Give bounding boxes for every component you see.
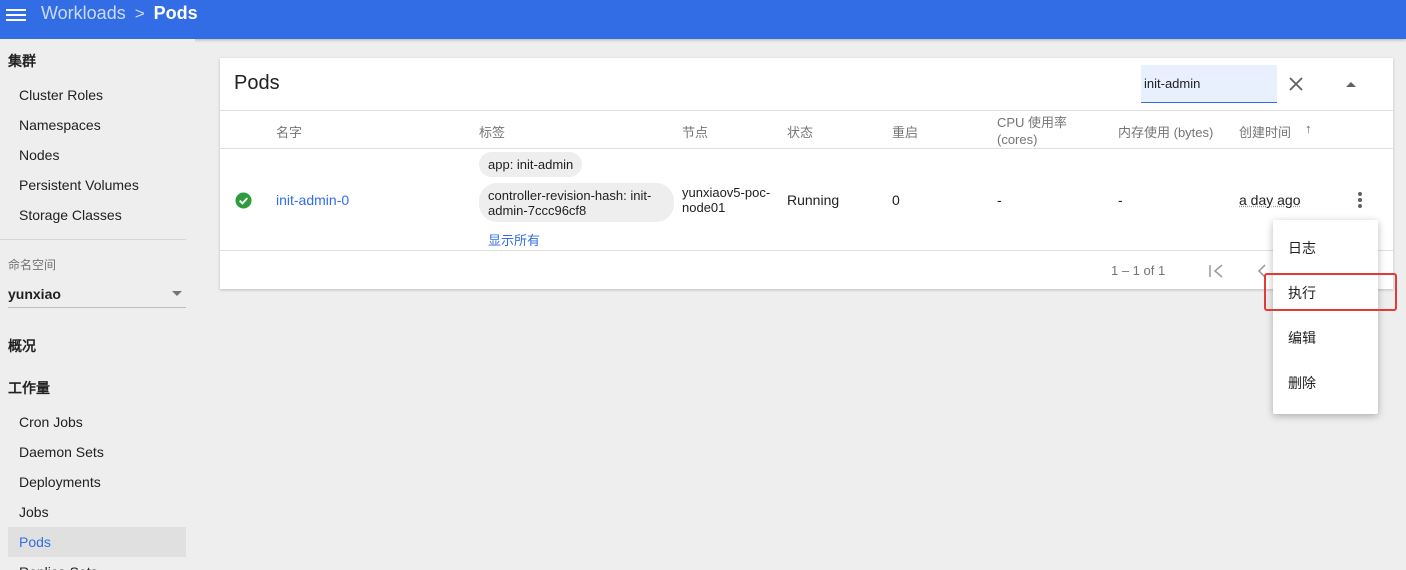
sidebar-item-deployments[interactable]: Deployments: [8, 467, 186, 497]
dropdown-arrow-icon: [172, 291, 182, 296]
top-app-bar: Workloads > Pods: [0, 0, 1406, 39]
menu-item-edit[interactable]: 编辑: [1273, 318, 1378, 358]
pagination-range: 1 – 1 of 1: [1111, 263, 1165, 278]
breadcrumb-workloads[interactable]: Workloads: [41, 3, 126, 24]
card-title: Pods: [234, 72, 280, 95]
label-chip: app: init-admin: [479, 152, 582, 177]
pod-status: Running: [787, 192, 839, 208]
more-vert-icon[interactable]: [1357, 192, 1363, 210]
breadcrumb-pods: Pods: [154, 3, 198, 24]
column-header-cpu: CPU 使用率 (cores): [997, 114, 1087, 148]
sort-arrow-icon[interactable]: ↑: [1305, 121, 1312, 136]
menu-icon[interactable]: [6, 6, 26, 22]
pod-name-link[interactable]: init-admin-0: [276, 192, 349, 208]
breadcrumb-separator: >: [135, 4, 145, 24]
pod-restarts: 0: [892, 192, 900, 208]
column-header-created[interactable]: 创建时间: [1239, 122, 1291, 141]
pod-node: yunxiaov5-poc-node01: [682, 185, 782, 215]
column-header-restarts[interactable]: 重启: [892, 122, 918, 141]
sidebar-item-persistent-volumes[interactable]: Persistent Volumes: [8, 170, 186, 200]
column-header-node[interactable]: 节点: [682, 122, 708, 141]
pod-cpu: -: [997, 192, 1002, 208]
label-chip: controller-revision-hash: init-admin-7cc…: [479, 183, 674, 222]
chevron-up-icon[interactable]: [1343, 79, 1359, 89]
sidebar-item-jobs[interactable]: Jobs: [8, 497, 186, 527]
row-divider: [220, 250, 1393, 251]
search-field[interactable]: [1141, 65, 1277, 103]
column-header-status[interactable]: 状态: [787, 122, 813, 141]
sidebar-item-storage-classes[interactable]: Storage Classes: [8, 200, 186, 230]
sidebar-item-cluster-roles[interactable]: Cluster Roles: [8, 80, 186, 110]
breadcrumb: Workloads > Pods: [41, 3, 198, 24]
sidebar-item-namespaces[interactable]: Namespaces: [8, 110, 186, 140]
pod-memory: -: [1118, 192, 1123, 208]
column-header-name[interactable]: 名字: [276, 122, 302, 141]
first-page-icon[interactable]: [1208, 263, 1226, 279]
exec-highlight-box: [1264, 273, 1397, 311]
pod-actions-menu: 日志 执行 编辑 删除: [1273, 220, 1378, 414]
sidebar-item-pods[interactable]: Pods: [8, 527, 186, 557]
sidebar-item-cron-jobs[interactable]: Cron Jobs: [8, 407, 186, 437]
sidebar-item-nodes[interactable]: Nodes: [8, 140, 186, 170]
show-all-labels-link[interactable]: 显示所有: [488, 230, 540, 249]
pods-card: Pods 名字 标签 节点 状态 重启 CPU 使用率 (cores) 内存使用…: [220, 58, 1393, 289]
column-header-memory: 内存使用 (bytes): [1118, 122, 1213, 141]
sidebar-header-cluster: 集群: [8, 51, 36, 71]
column-header-labels: 标签: [479, 122, 505, 141]
sidebar-item-replica-sets[interactable]: Replica Sets: [8, 557, 186, 570]
namespace-select[interactable]: yunxiao: [8, 280, 186, 308]
sidebar-item-overview[interactable]: 概况: [8, 336, 36, 356]
pod-created-time: a day ago: [1239, 192, 1301, 208]
namespace-value: yunxiao: [8, 286, 61, 302]
sidebar-divider: [0, 239, 186, 240]
menu-item-delete[interactable]: 删除: [1273, 363, 1378, 403]
sidebar-header-workloads[interactable]: 工作量: [8, 378, 50, 398]
close-icon[interactable]: [1286, 74, 1306, 94]
search-input[interactable]: [1144, 76, 1274, 91]
header-row-divider: [220, 148, 1393, 149]
namespace-label: 命名空间: [8, 256, 56, 273]
menu-item-logs[interactable]: 日志: [1273, 228, 1378, 268]
header-divider: [220, 110, 1393, 111]
sidebar-item-daemon-sets[interactable]: Daemon Sets: [8, 437, 186, 467]
sidebar: 集群 Cluster Roles Namespaces Nodes Persis…: [0, 39, 195, 570]
check-circle-icon: [235, 192, 252, 209]
